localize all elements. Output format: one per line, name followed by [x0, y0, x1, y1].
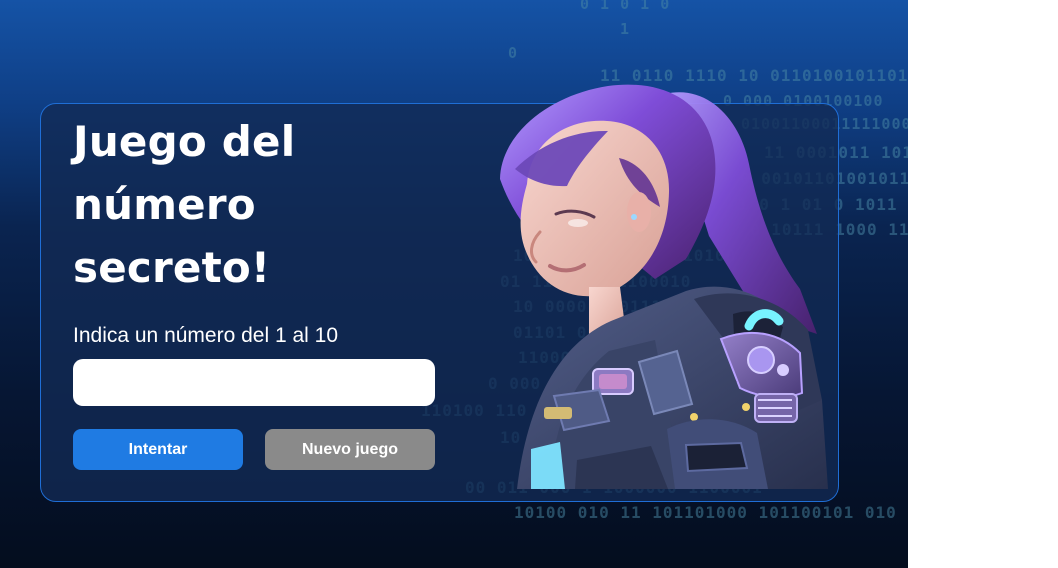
- title-line: secreto!: [73, 243, 271, 292]
- binary-row: 0 1 0 1 0: [580, 0, 671, 13]
- binary-row: 1: [620, 20, 631, 38]
- number-input[interactable]: [73, 359, 435, 406]
- binary-row: 10100 010 11 101101000 101100101 010: [514, 503, 897, 522]
- title-line: Juego del: [73, 117, 296, 166]
- title-line: número: [73, 180, 256, 229]
- binary-row: 0: [508, 44, 519, 62]
- try-button[interactable]: Intentar: [73, 429, 243, 470]
- robot-girl-illustration: [500, 84, 828, 489]
- page-title: Juego del número secreto!: [73, 110, 383, 299]
- new-game-button[interactable]: Nuevo juego: [265, 429, 435, 470]
- instruction-text: Indica un número del 1 al 10: [73, 324, 339, 347]
